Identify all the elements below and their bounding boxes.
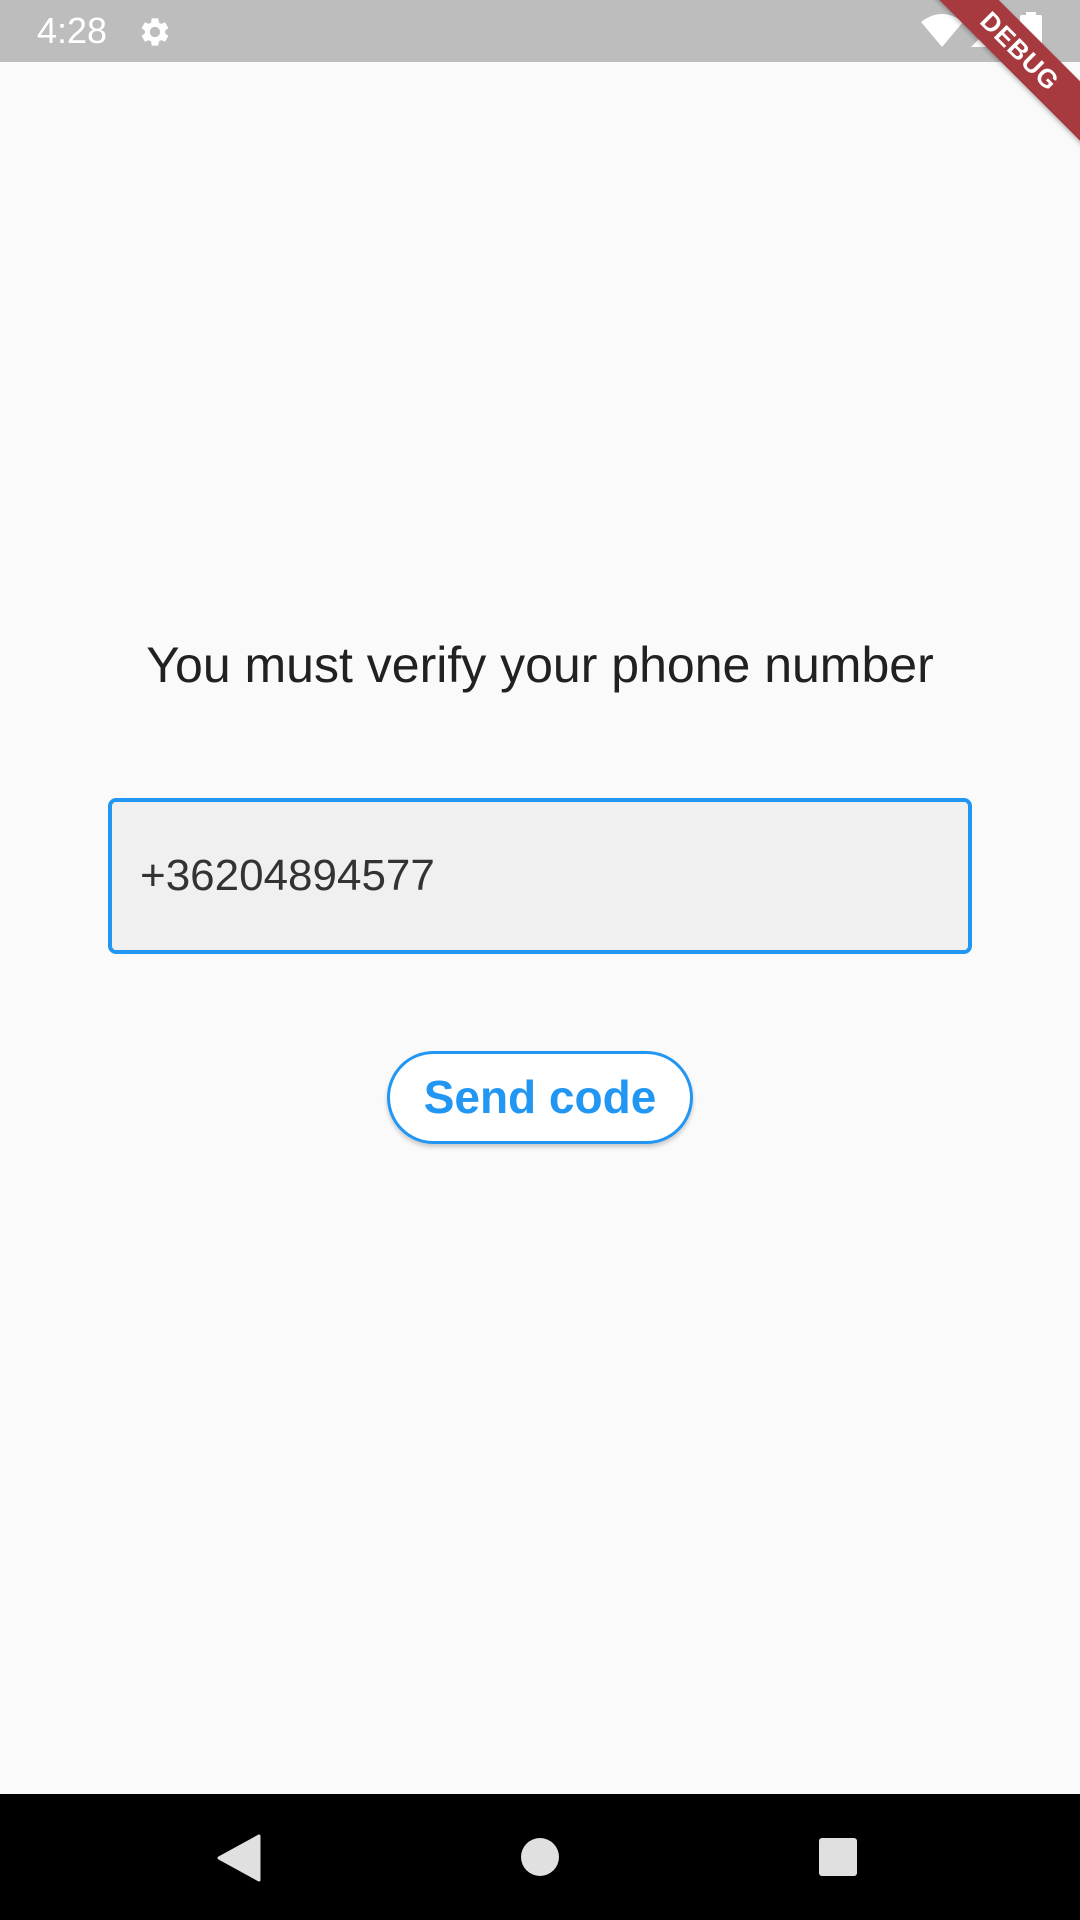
wifi-icon — [921, 14, 963, 47]
send-code-button[interactable]: Send code — [387, 1051, 693, 1144]
gear-icon — [141, 18, 169, 46]
back-icon[interactable] — [217, 1834, 261, 1882]
recents-icon[interactable] — [818, 1837, 858, 1877]
phone-number-field[interactable] — [108, 798, 972, 954]
home-icon[interactable] — [520, 1837, 560, 1877]
page-heading: You must verify your phone number — [146, 637, 934, 693]
status-time: 4:28 — [37, 10, 108, 51]
status-bar: 4:28 — [0, 0, 1080, 62]
navigation-bar — [0, 1794, 1080, 1920]
phone-number-input[interactable] — [140, 802, 940, 950]
screen: 4:28 DEBUG You must verify your phone nu… — [0, 0, 1080, 1920]
